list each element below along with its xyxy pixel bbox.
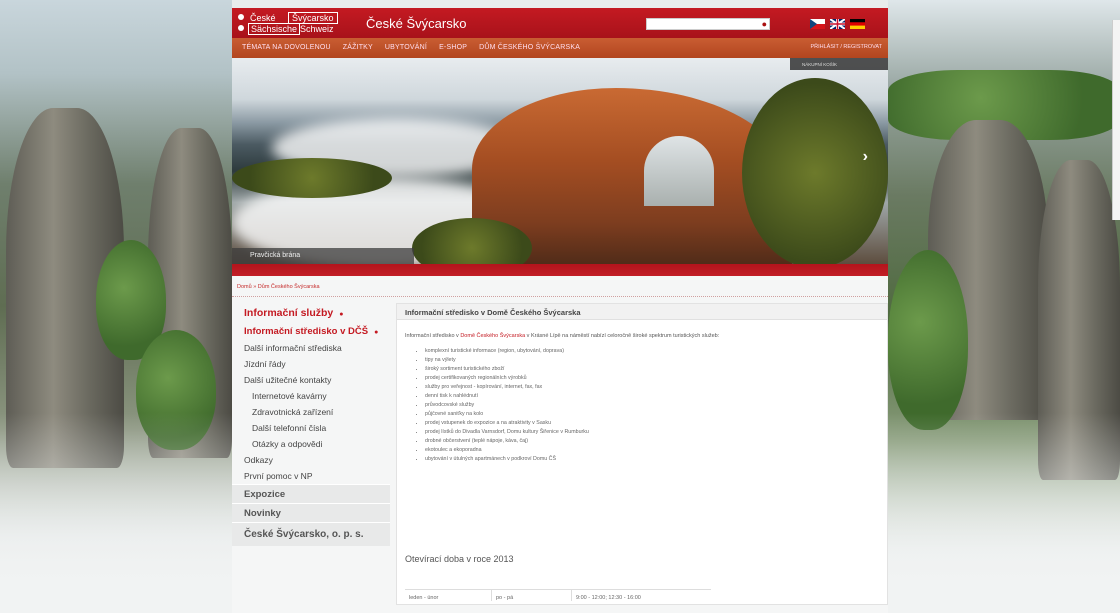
fade-overlay bbox=[888, 413, 1120, 613]
list-item: ekotoulec a ekoporadna bbox=[425, 446, 887, 455]
services-list: komplexní turistické informace (region, … bbox=[397, 339, 887, 464]
sidebar-section-ops[interactable]: České Švýcarsko, o. p. s. bbox=[232, 522, 390, 546]
sidebar-item-active[interactable]: Informační středisko v DČŠ ● bbox=[232, 323, 390, 340]
sidebar-item[interactable]: Jízdní řády bbox=[232, 356, 390, 372]
sidebar-section-informacni-sluzby[interactable]: Informační služby ● bbox=[232, 303, 390, 323]
list-item: denní tisk k nahlédnutí bbox=[425, 392, 887, 401]
table-cell: 9:00 - 12:00; 12:30 - 16:00 bbox=[571, 590, 711, 601]
hours-table-row: leden - únor po - pá 9:00 - 12:00; 12:30… bbox=[405, 589, 711, 601]
list-item: průvodcovské služby bbox=[425, 401, 887, 410]
breadcrumb[interactable]: Domů » Dům Českého Švýcarska bbox=[237, 284, 320, 290]
list-item: služby pro veřejnost - kopírování, inter… bbox=[425, 383, 887, 392]
table-cell: leden - únor bbox=[409, 595, 439, 601]
sidebar-item[interactable]: Další informační střediska bbox=[232, 340, 390, 356]
list-item: prodej certifikovaných regionálních výro… bbox=[425, 374, 887, 383]
fade-overlay bbox=[0, 413, 232, 613]
sidebar-subitem[interactable]: Další telefonní čísla bbox=[232, 420, 390, 436]
sidebar-nav: Informační služby ● Informační středisko … bbox=[232, 303, 390, 546]
sidebar-subitem[interactable]: Otázky a odpovědi bbox=[232, 436, 390, 452]
sidebar-item[interactable]: Další užitečné kontakty bbox=[232, 372, 390, 388]
right-background-image bbox=[888, 0, 1120, 613]
left-background-image bbox=[0, 0, 232, 613]
intro-text-part: Informační středisko v bbox=[405, 333, 461, 339]
sidebar-section-label: Informační služby bbox=[244, 307, 334, 319]
list-item: široký sortiment turistického zboží bbox=[425, 365, 887, 374]
list-item: prodej vstupenek do expozice a na atrakt… bbox=[425, 419, 887, 428]
content-area: Domů » Dům Českého Švýcarska Informační … bbox=[232, 0, 888, 613]
sidebar-item[interactable]: První pomoc v NP bbox=[232, 468, 390, 484]
intro-text-part: v Krásné Lípě na náměstí nabízí celoročn… bbox=[525, 333, 720, 339]
list-item: ubytování v útulných apartmánech v podkr… bbox=[425, 455, 887, 464]
tree bbox=[888, 250, 968, 430]
list-item: drobné občerstvení (teplé nápoje, káva, … bbox=[425, 437, 887, 446]
hours-title: Otevírací doba v roce 2013 bbox=[405, 554, 514, 564]
bullet-icon: ● bbox=[339, 311, 344, 318]
window-edge bbox=[1112, 20, 1120, 220]
content-title: Informační středisko v Domě Českého Švýc… bbox=[397, 304, 887, 320]
list-item: půjčovné saniťky na kolo bbox=[425, 410, 887, 419]
bullet-icon: ● bbox=[374, 329, 379, 336]
sidebar-section-novinky[interactable]: Novinky bbox=[232, 503, 390, 522]
intro-link[interactable]: Domě Českého Švýcarska bbox=[460, 333, 525, 339]
list-item: prodej lístků do Divadla Varnsdorf, Domu… bbox=[425, 428, 887, 437]
sidebar-section-expozice[interactable]: Expozice bbox=[232, 484, 390, 503]
sidebar-item-label: Informační středisko v DČŠ bbox=[244, 326, 369, 337]
sidebar-item[interactable]: Odkazy bbox=[232, 452, 390, 468]
table-cell: po - pá bbox=[491, 590, 571, 601]
list-item: komplexní turistické informace (region, … bbox=[425, 347, 887, 356]
intro-text: Informační středisko v Domě Českého Švýc… bbox=[397, 320, 887, 339]
main-content: Informační středisko v Domě Českého Švýc… bbox=[396, 303, 888, 605]
list-item: tipy na výlety bbox=[425, 356, 887, 365]
breadcrumb-divider bbox=[232, 296, 888, 297]
sidebar-subitem[interactable]: Zdravotnická zařízení bbox=[232, 404, 390, 420]
sidebar-subitem[interactable]: Internetové kavárny bbox=[232, 388, 390, 404]
